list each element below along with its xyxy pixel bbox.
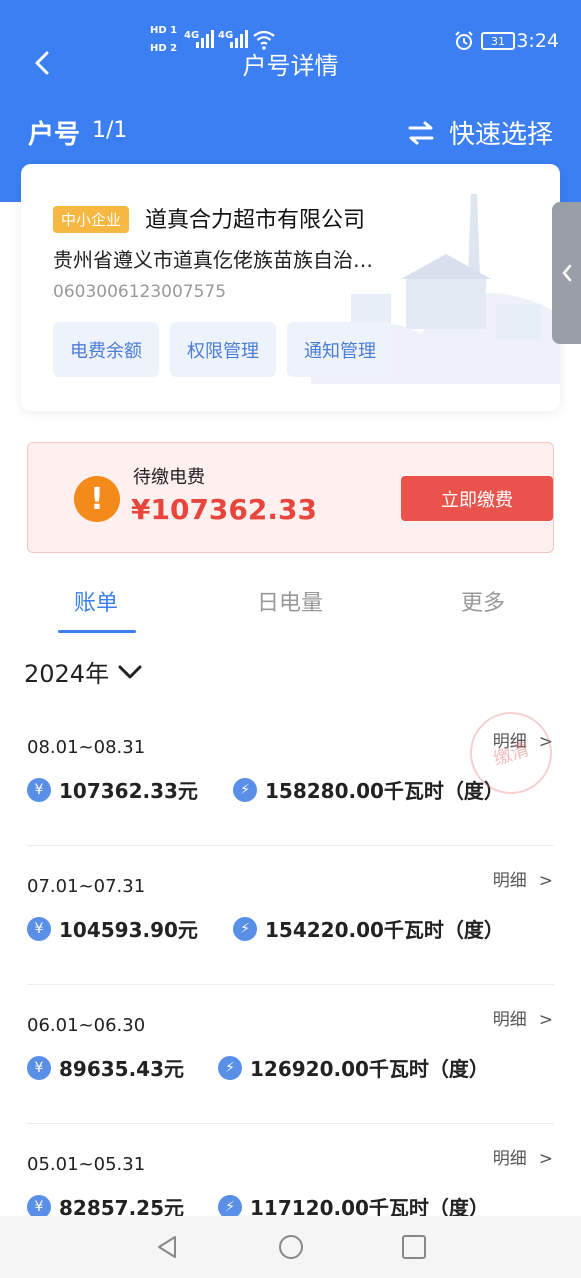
bill-detail-link[interactable]: 明细 >: [493, 1005, 553, 1030]
system-nav-bar: [0, 1216, 581, 1278]
bill-detail-label: 明细: [492, 871, 527, 891]
lightning-icon: ⚡: [218, 1056, 242, 1080]
quick-select-button[interactable]: 快速选择: [407, 114, 553, 151]
account-card: 中小企业 道真合力超市有限公司 贵州省遵义市道真仡佬族苗族自治… 0603006…: [21, 164, 560, 411]
bill-amount: 104593.90元: [59, 918, 198, 942]
pay-now-button[interactable]: 立即缴费: [401, 476, 553, 521]
bill-amount: 107362.33元: [59, 779, 198, 803]
chevron-down-icon: [118, 665, 142, 678]
bill-period: 06.01~06.30: [27, 1015, 146, 1036]
yen-icon: ¥: [27, 1056, 51, 1080]
notification-button[interactable]: 通知管理: [287, 322, 393, 377]
chevron-right-icon: >: [538, 1149, 553, 1169]
year-label: 2024年: [24, 660, 110, 688]
bill-period: 07.01~07.31: [27, 876, 146, 897]
quick-select-label: 快速选择: [448, 120, 553, 150]
payment-due-panel: ! 待缴电费 ¥107362.33 立即缴费: [27, 442, 554, 553]
lightning-icon: ⚡: [233, 917, 257, 941]
tab-indicator: [58, 630, 136, 633]
balance-button[interactable]: 电费余额: [53, 322, 159, 377]
yen-icon: ¥: [27, 917, 51, 941]
nav-back-icon[interactable]: [153, 1233, 181, 1261]
side-drawer-tab[interactable]: [552, 202, 581, 344]
alert-icon: !: [74, 476, 120, 522]
company-name: 道真合力超市有限公司: [145, 208, 366, 233]
sim1-label: HD 1: [150, 25, 178, 36]
tab-daily-usage[interactable]: 日电量: [257, 585, 323, 617]
address: 贵州省遵义市道真仡佬族苗族自治…: [53, 248, 373, 272]
bill-amount: 89635.43元: [59, 1057, 185, 1081]
nav-home-icon[interactable]: [277, 1233, 305, 1261]
bill-period: 05.01~05.31: [27, 1154, 146, 1175]
nav-recents-icon[interactable]: [400, 1233, 428, 1261]
enterprise-tag: 中小企业: [53, 206, 130, 233]
status-bar: HD 1 HD 2 4G 4G 31 3:24: [0, 0, 581, 54]
bill-energy: 126920.00千瓦时（度）: [250, 1057, 489, 1081]
bill-row[interactable]: 06.01~06.30 明细 > ¥ 89635.43元 ⚡ 126920.00千…: [0, 985, 581, 1124]
page-title: 户号详情: [242, 52, 339, 80]
chevron-right-icon: >: [538, 871, 553, 891]
bill-detail-link[interactable]: 明细 >: [493, 1144, 553, 1169]
permission-button[interactable]: 权限管理: [170, 322, 276, 377]
bill-period: 08.01~08.31: [27, 737, 146, 758]
due-amount: ¥107362.33: [131, 493, 317, 526]
due-label: 待缴电费: [133, 467, 205, 488]
account-label: 户号: [28, 120, 81, 150]
yen-icon: ¥: [27, 778, 51, 802]
bill-energy: 154220.00千瓦时（度）: [265, 918, 504, 942]
bill-detail-link[interactable]: 明细 >: [493, 866, 553, 891]
year-selector[interactable]: 2024年: [24, 654, 143, 689]
bill-detail-label: 明细: [492, 1010, 527, 1030]
tab-bill[interactable]: 账单: [74, 585, 118, 617]
chevron-right-icon: >: [538, 1010, 553, 1030]
tab-more[interactable]: 更多: [461, 585, 505, 617]
chevron-left-icon: [561, 264, 571, 282]
lightning-icon: ⚡: [233, 778, 257, 802]
account-number: 0603006123007575: [53, 282, 227, 302]
bill-detail-label: 明细: [492, 1149, 527, 1169]
bill-row[interactable]: 07.01~07.31 明细 > ¥ 104593.90元 ⚡ 154220.00…: [0, 846, 581, 985]
bill-energy: 158280.00千瓦时（度）: [265, 779, 504, 803]
account-count: 1/1: [92, 118, 128, 143]
swap-icon: [408, 121, 434, 144]
